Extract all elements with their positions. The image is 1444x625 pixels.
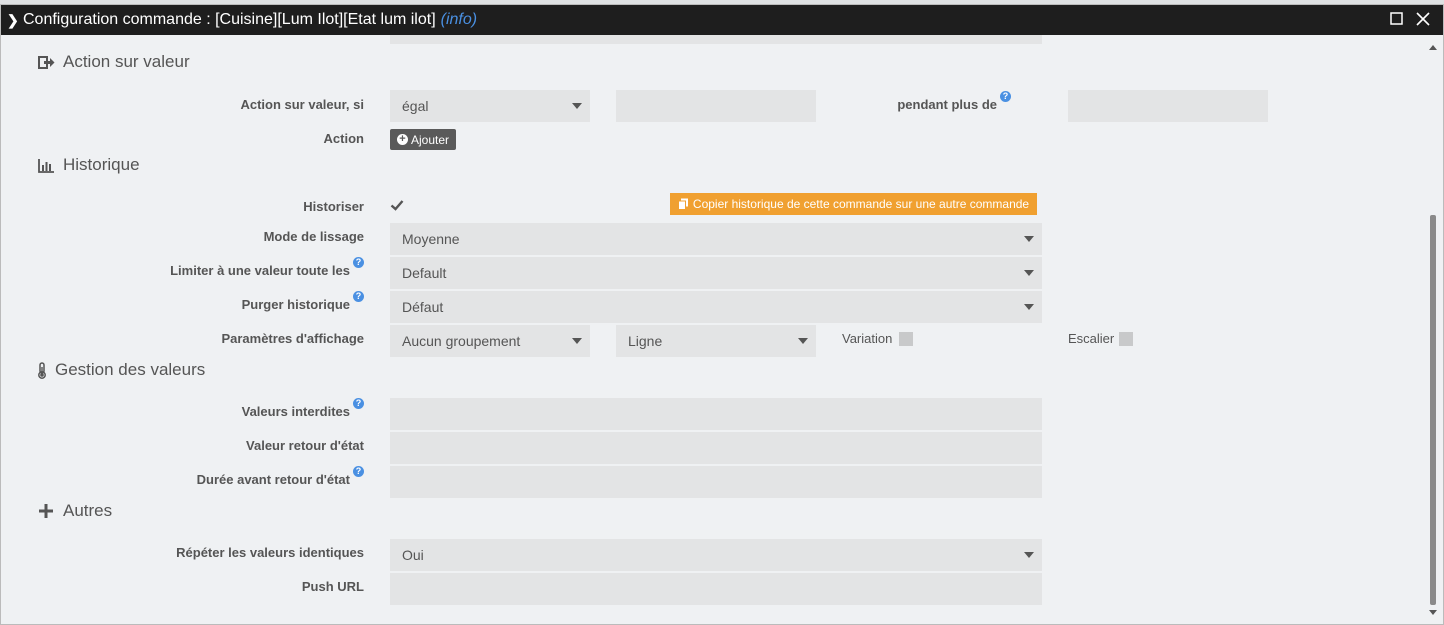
- maximize-icon[interactable]: [1389, 11, 1405, 27]
- label-limiter-text: Limiter à une valeur toute les: [170, 263, 350, 278]
- chevron-down-icon: [572, 103, 582, 109]
- limiter-value: Default: [402, 265, 447, 281]
- label-lissage: Mode de lissage: [263, 229, 364, 244]
- section-gestion-valeurs: Gestion des valeurs: [37, 360, 205, 380]
- groupement-select[interactable]: Aucun groupement: [390, 325, 590, 357]
- help-icon[interactable]: ?: [353, 398, 364, 409]
- valeurs-interdites-input[interactable]: [390, 398, 1042, 430]
- thermometer-icon: [37, 361, 47, 379]
- previous-field-bottom[interactable]: [390, 35, 1042, 44]
- add-action-button[interactable]: + Ajouter: [390, 129, 456, 150]
- lissage-select[interactable]: Moyenne: [390, 223, 1042, 255]
- label-action: Action: [323, 131, 364, 146]
- purger-select[interactable]: Défaut: [390, 291, 1042, 323]
- help-icon[interactable]: ?: [1000, 91, 1011, 102]
- sign-out-icon: [37, 53, 55, 71]
- display-type-select[interactable]: Ligne: [616, 325, 816, 357]
- label-pendant: pendant plus de?: [897, 91, 1011, 112]
- pendant-duration-input[interactable]: [1068, 90, 1268, 122]
- duree-retour-input[interactable]: [390, 466, 1042, 498]
- help-icon[interactable]: ?: [353, 291, 364, 302]
- label-duree: Durée avant retour d'état?: [196, 466, 364, 487]
- chevron-down-icon: [1024, 552, 1034, 558]
- section-title: Historique: [63, 155, 140, 174]
- label-limiter: Limiter à une valeur toute les?: [170, 257, 364, 278]
- dialog-title-text: Configuration commande : [Cuisine][Lum I…: [23, 11, 436, 28]
- groupement-value: Aucun groupement: [402, 333, 521, 349]
- escalier-checkbox[interactable]: [1119, 332, 1133, 346]
- plus-icon: [37, 502, 55, 520]
- section-autres: Autres: [37, 501, 112, 521]
- label-variation: Variation: [842, 331, 893, 346]
- label-interdites-text: Valeurs interdites: [241, 404, 350, 419]
- copy-history-button[interactable]: Copier historique de cette commande sur …: [670, 193, 1037, 215]
- variation-checkbox[interactable]: [899, 332, 913, 346]
- vertical-scrollbar[interactable]: [1427, 45, 1439, 615]
- label-escalier: Escalier: [1068, 331, 1115, 346]
- help-icon[interactable]: ?: [353, 257, 364, 268]
- info-link[interactable]: (info): [441, 11, 477, 28]
- lissage-value: Moyenne: [402, 231, 460, 247]
- scroll-up-arrow-icon[interactable]: [1429, 45, 1437, 50]
- label-pendant-text: pendant plus de: [897, 97, 997, 112]
- label-push-url: Push URL: [301, 579, 364, 594]
- repeter-value: Oui: [402, 547, 424, 563]
- label-repeter: Répéter les valeurs identiques: [176, 545, 364, 560]
- bar-chart-icon: [37, 156, 55, 174]
- chevron-down-icon: [1024, 304, 1034, 310]
- operator-value: égal: [402, 98, 429, 114]
- label-retour: Valeur retour d'état: [246, 438, 364, 453]
- label-purger-text: Purger historique: [241, 297, 350, 312]
- purger-value: Défaut: [402, 299, 444, 315]
- plus-circle-icon: +: [396, 134, 408, 145]
- chevron-down-icon: [572, 338, 582, 344]
- section-title: Gestion des valeurs: [55, 360, 206, 379]
- section-action-sur-valeur: Action sur valeur: [37, 52, 190, 72]
- push-url-input[interactable]: [390, 573, 1042, 605]
- scroll-down-arrow-icon[interactable]: [1429, 610, 1437, 615]
- label-interdites: Valeurs interdites?: [241, 398, 364, 419]
- dialog-content: Action sur valeur Action sur valeur, si …: [1, 35, 1421, 624]
- label-action-si: Action sur valeur, si: [240, 97, 364, 112]
- label-historiser: Historiser: [303, 199, 364, 214]
- add-button-label: Ajouter: [410, 132, 450, 147]
- section-title: Autres: [63, 501, 113, 520]
- action-value-input[interactable]: [616, 90, 816, 122]
- display-type-value: Ligne: [628, 333, 663, 349]
- chevron-right-icon: ❯: [7, 12, 19, 28]
- copy-button-label: Copier historique de cette commande sur …: [692, 197, 1030, 211]
- label-duree-text: Durée avant retour d'état: [196, 472, 350, 487]
- close-icon[interactable]: [1415, 11, 1431, 27]
- historiser-checkbox[interactable]: [390, 198, 404, 212]
- help-icon[interactable]: ?: [353, 466, 364, 477]
- operator-select[interactable]: égal: [390, 90, 590, 122]
- limiter-select[interactable]: Default: [390, 257, 1042, 289]
- label-purger: Purger historique?: [241, 291, 364, 312]
- config-dialog: ❯ Configuration commande : [Cuisine][Lum…: [0, 4, 1444, 625]
- chevron-down-icon: [1024, 236, 1034, 242]
- dialog-title: Configuration commande : [Cuisine][Lum I…: [23, 5, 477, 35]
- copy-icon: [677, 198, 688, 210]
- chevron-down-icon: [798, 338, 808, 344]
- section-title: Action sur valeur: [63, 52, 190, 71]
- label-affichage: Paramètres d'affichage: [221, 331, 364, 346]
- repeter-select[interactable]: Oui: [390, 539, 1042, 571]
- scrollbar-thumb[interactable]: [1430, 215, 1436, 605]
- dialog-titlebar[interactable]: ❯ Configuration commande : [Cuisine][Lum…: [1, 5, 1443, 35]
- valeur-retour-input[interactable]: [390, 432, 1042, 464]
- chevron-down-icon: [1024, 270, 1034, 276]
- section-historique: Historique: [37, 155, 140, 175]
